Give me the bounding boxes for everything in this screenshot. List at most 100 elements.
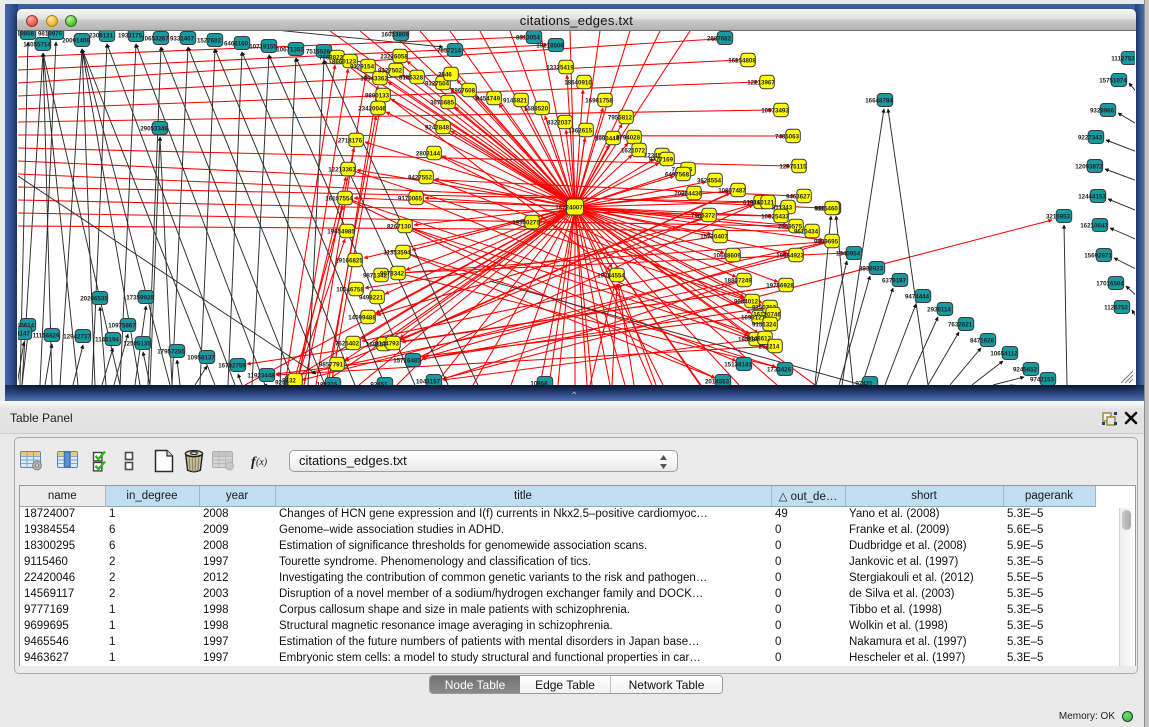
svg-text:12942737: 12942737	[63, 333, 91, 340]
svg-text:17016504: 17016504	[1096, 280, 1124, 287]
svg-text:9146821: 9146821	[503, 97, 528, 104]
svg-text:1621072: 1621072	[621, 147, 646, 154]
svg-text:9227343: 9227343	[1078, 134, 1103, 141]
svg-text:20206535: 20206535	[80, 295, 108, 302]
svg-text:16782759: 16782759	[218, 362, 246, 369]
svg-text:19756928: 19756928	[766, 282, 794, 289]
svg-text:9794028: 9794028	[616, 134, 641, 141]
svg-text:16543362: 16543362	[360, 75, 388, 82]
svg-text:18807249: 18807249	[724, 277, 752, 284]
svg-text:8454749: 8454749	[476, 95, 501, 102]
svg-text:16961758: 16961758	[585, 97, 613, 104]
svg-text:97421: 97421	[855, 380, 873, 385]
svg-text:10654112: 10654112	[990, 350, 1018, 357]
svg-text:3675685: 3675685	[430, 99, 455, 106]
svg-text:19384554: 19384554	[597, 272, 625, 279]
svg-text:2803144: 2803144	[416, 150, 441, 157]
svg-text:1362615: 1362615	[568, 127, 593, 134]
svg-text:10958: 10958	[530, 380, 548, 385]
svg-text:10688609: 10688609	[713, 252, 741, 259]
svg-text:9777169: 9777169	[649, 156, 674, 163]
svg-text:9498221: 9498221	[359, 294, 384, 301]
svg-text:23420046: 23420046	[358, 105, 386, 112]
svg-text:12213967: 12213967	[747, 79, 775, 86]
svg-text:10046758: 10046758	[336, 286, 364, 293]
svg-text:23226058: 23226058	[380, 53, 408, 60]
svg-text:9327504: 9327504	[425, 80, 450, 87]
svg-text:10671355: 10671355	[276, 46, 304, 53]
svg-text:9144793: 9144793	[375, 340, 400, 347]
svg-text:252214: 252214	[759, 343, 780, 350]
svg-text:1933175: 1933175	[118, 32, 143, 39]
svg-text:9391147: 9391147	[18, 330, 30, 337]
svg-text:7625402: 7625402	[335, 340, 360, 347]
svg-text:20364436: 20364436	[674, 190, 702, 197]
svg-text:10653267: 10653267	[141, 35, 169, 42]
svg-text:9078342: 9078342	[380, 270, 405, 277]
svg-text:9699695: 9699695	[814, 238, 839, 245]
svg-text:7485063: 7485063	[775, 133, 800, 140]
svg-text:2309131: 2309131	[89, 32, 114, 39]
svg-text:9890133: 9890133	[365, 92, 390, 99]
svg-text:13325419: 13325419	[546, 64, 574, 71]
svg-text:9151324: 9151324	[752, 321, 777, 328]
svg-text:9242848: 9242848	[425, 124, 450, 131]
svg-text:8132: 8132	[282, 377, 296, 384]
svg-text:9331407: 9331407	[170, 35, 195, 42]
svg-text:2546: 2546	[438, 71, 452, 78]
svg-text:18640910: 18640910	[564, 79, 592, 86]
svg-text:15720407: 15720407	[700, 233, 728, 240]
svg-text:6466160: 6466160	[224, 40, 249, 47]
svg-text:16648784: 16648784	[865, 97, 893, 104]
svg-text:7955812: 7955812	[608, 114, 633, 121]
svg-text:10719155: 10719155	[249, 43, 277, 50]
svg-text:11923448: 11923448	[247, 372, 275, 379]
svg-text:12975115: 12975115	[779, 163, 807, 170]
svg-text:17359928: 17359928	[126, 294, 154, 301]
svg-text:15751074: 15751074	[1099, 77, 1127, 84]
svg-text:15716485: 15716485	[393, 357, 421, 364]
svg-text:1588520: 1588520	[524, 105, 549, 112]
svg-text:11156829: 11156829	[33, 332, 60, 339]
svg-text:11353594: 11353594	[383, 249, 411, 256]
svg-text:3215953: 3215953	[1046, 213, 1071, 220]
svg-text:9170065: 9170065	[398, 195, 423, 202]
svg-text:8813054: 8813054	[516, 34, 541, 41]
svg-text:12505135: 12505135	[123, 340, 151, 347]
svg-text:14055714: 14055714	[23, 41, 51, 48]
svg-text:104315: 104315	[317, 381, 338, 385]
svg-text:18724007: 18724007	[555, 204, 583, 211]
svg-text:16107554: 16107554	[325, 195, 353, 202]
svg-text:7986372: 7986372	[691, 212, 716, 219]
svg-text:2319858: 2319858	[18, 31, 35, 37]
svg-text:19300275: 19300275	[512, 219, 540, 226]
svg-text:9474444: 9474444	[905, 293, 930, 300]
svg-text:8267130: 8267130	[387, 223, 412, 230]
svg-text:2935114: 2935114	[927, 306, 951, 313]
svg-text:3624554: 3624554	[697, 177, 722, 184]
svg-text:2967608: 2967608	[451, 87, 476, 94]
svg-text:92451: 92451	[370, 381, 388, 385]
svg-text:8471626: 8471626	[970, 337, 995, 344]
svg-text:19654923: 19654923	[776, 252, 804, 259]
svg-text:1733426: 1733426	[767, 366, 792, 373]
svg-text:7632621: 7632621	[948, 321, 973, 328]
svg-text:(x): (x)	[256, 457, 268, 468]
svg-text:9129154: 9129154	[350, 63, 375, 70]
svg-text:8186328: 8186328	[399, 74, 424, 81]
svg-text:16033809: 16033809	[381, 31, 409, 38]
svg-text:9463627: 9463627	[786, 193, 811, 200]
svg-text:12444153: 12444153	[1078, 193, 1106, 200]
svg-text:9327502: 9327502	[378, 67, 403, 74]
svg-text:14099488: 14099488	[348, 314, 376, 321]
svg-text:9329966: 9329966	[1090, 107, 1115, 114]
svg-text:2718176: 2718176	[338, 137, 363, 144]
svg-text:19166825: 19166825	[335, 257, 363, 264]
svg-text:16154808: 16154808	[728, 57, 756, 64]
svg-text:20091406: 20091406	[62, 37, 90, 44]
svg-text:10807487: 10807487	[718, 187, 746, 194]
svg-text:1145194: 1145194	[95, 336, 119, 343]
svg-text:1640954: 1640954	[836, 250, 861, 257]
svg-text:9610434: 9610434	[794, 228, 819, 235]
svg-text:8322037: 8322037	[547, 119, 572, 126]
